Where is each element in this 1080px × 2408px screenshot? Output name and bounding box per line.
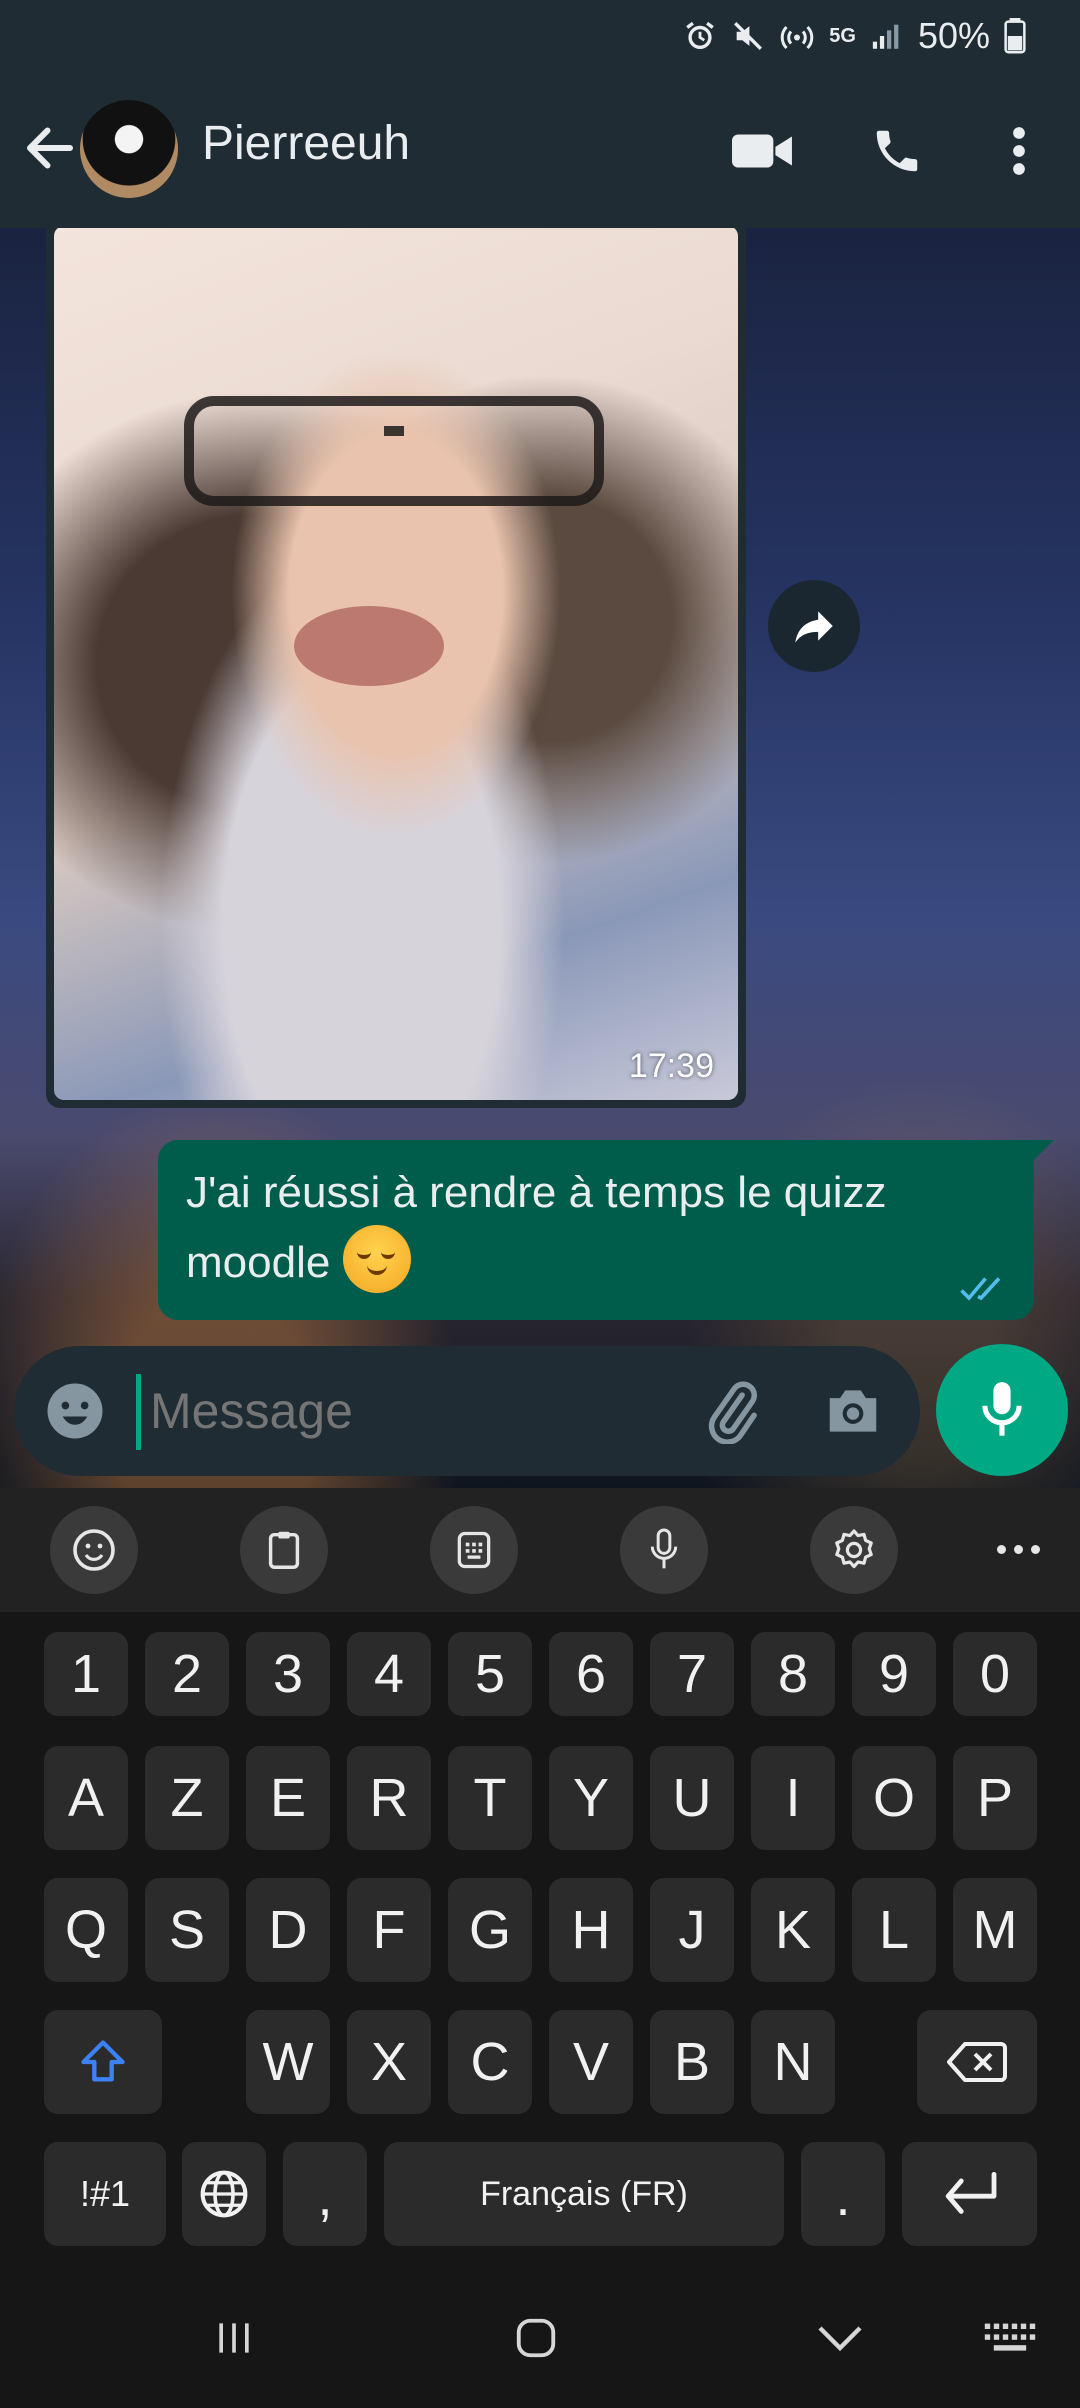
text-cursor <box>136 1374 141 1450</box>
key-q[interactable]: Q <box>44 1878 128 1982</box>
settings-gear-icon[interactable] <box>810 1506 898 1594</box>
key-9[interactable]: 9 <box>852 1632 936 1716</box>
contact-name[interactable]: Pierreeuh <box>202 116 410 171</box>
microphone-icon <box>982 1382 1022 1436</box>
key-l[interactable]: L <box>852 1878 936 1982</box>
space-key[interactable]: Français (FR) <box>384 2142 784 2246</box>
key-v[interactable]: V <box>549 2010 633 2114</box>
more-options-icon[interactable] <box>984 116 1054 186</box>
key-o[interactable]: O <box>852 1746 936 1850</box>
attach-icon[interactable] <box>698 1378 764 1445</box>
emoji-icon[interactable] <box>42 1378 108 1444</box>
video-call-icon[interactable] <box>728 116 798 186</box>
comma-key[interactable]: , <box>283 2142 367 2246</box>
key-d[interactable]: D <box>246 1878 330 1982</box>
key-7[interactable]: 7 <box>650 1632 734 1716</box>
recent-apps-icon[interactable] <box>194 2298 274 2378</box>
key-1[interactable]: 1 <box>44 1632 128 1716</box>
network-type: 5G <box>829 25 856 47</box>
back-arrow-icon[interactable] <box>20 118 80 178</box>
shift-key[interactable] <box>44 2010 162 2114</box>
symbols-key[interactable]: !#1 <box>44 2142 166 2246</box>
key-i[interactable]: I <box>751 1746 835 1850</box>
key-n[interactable]: N <box>751 2010 835 2114</box>
system-nav-bar <box>0 2268 1080 2408</box>
key-b[interactable]: B <box>650 2010 734 2114</box>
shift-arrow-icon <box>81 2040 125 2082</box>
keyboard-switch-icon[interactable] <box>970 2298 1050 2378</box>
globe-icon <box>200 2170 248 2218</box>
message-time: 17:39 <box>628 1047 714 1085</box>
key-5[interactable]: 5 <box>448 1632 532 1716</box>
camera-icon[interactable] <box>822 1380 888 1446</box>
enter-key[interactable] <box>902 2142 1037 2246</box>
battery-icon <box>1004 18 1026 54</box>
language-key[interactable] <box>182 2142 266 2246</box>
mute-icon <box>731 19 765 53</box>
read-receipt-icon <box>960 1277 1001 1301</box>
key-8[interactable]: 8 <box>751 1632 835 1716</box>
emoji-panel-icon[interactable] <box>50 1506 138 1594</box>
chat-header: Pierreeuh <box>0 72 1080 228</box>
key-k[interactable]: K <box>751 1878 835 1982</box>
message-composer[interactable] <box>14 1346 920 1476</box>
key-4[interactable]: 4 <box>347 1632 431 1716</box>
key-y[interactable]: Y <box>549 1746 633 1850</box>
relieved-face-emoji <box>342 1225 411 1294</box>
key-g[interactable]: G <box>448 1878 532 1982</box>
key-m[interactable]: M <box>953 1878 1037 1982</box>
key-z[interactable]: Z <box>145 1746 229 1850</box>
key-c[interactable]: C <box>448 2010 532 2114</box>
key-p[interactable]: P <box>953 1746 1037 1850</box>
message-text: J'ai réussi à rendre à temps le quizz mo… <box>186 1168 887 1287</box>
key-2[interactable]: 2 <box>145 1632 229 1716</box>
outgoing-message[interactable]: J'ai réussi à rendre à temps le quizz mo… <box>158 1140 1054 1320</box>
key-j[interactable]: J <box>650 1878 734 1982</box>
more-tools-icon[interactable] <box>988 1524 1048 1574</box>
key-e[interactable]: E <box>246 1746 330 1850</box>
forward-icon[interactable] <box>768 580 860 672</box>
message-input[interactable] <box>150 1382 670 1440</box>
key-w[interactable]: W <box>246 2010 330 2114</box>
key-3[interactable]: 3 <box>246 1632 330 1716</box>
voice-input-icon[interactable] <box>620 1506 708 1594</box>
key-f[interactable]: F <box>347 1878 431 1982</box>
keyboard-toolbar <box>0 1488 1080 1612</box>
key-s[interactable]: S <box>145 1878 229 1982</box>
key-t[interactable]: T <box>448 1746 532 1850</box>
enter-icon <box>945 2171 996 2214</box>
clipboard-icon[interactable] <box>240 1506 328 1594</box>
photo-message[interactable]: 17:39 <box>46 228 746 1108</box>
status-bar: 5G 50% <box>0 0 1080 72</box>
home-icon[interactable] <box>496 2298 576 2378</box>
key-x[interactable]: X <box>347 2010 431 2114</box>
key-a[interactable]: A <box>44 1746 128 1850</box>
alarm-icon <box>683 19 717 53</box>
photo-image[interactable]: 17:39 <box>54 228 738 1100</box>
backspace-icon <box>947 2042 1007 2082</box>
key-6[interactable]: 6 <box>549 1632 633 1716</box>
hotspot-icon <box>779 18 815 54</box>
chat-area[interactable]: 17:39 J'ai réussi à rendre à temps le qu… <box>0 228 1080 1488</box>
phone-icon[interactable] <box>862 116 932 186</box>
backspace-key[interactable] <box>917 2010 1037 2114</box>
signal-icon <box>870 19 904 53</box>
key-u[interactable]: U <box>650 1746 734 1850</box>
period-key[interactable]: . <box>801 2142 885 2246</box>
battery-percent: 50% <box>917 15 990 56</box>
key-0[interactable]: 0 <box>953 1632 1037 1716</box>
key-r[interactable]: R <box>347 1746 431 1850</box>
voice-message-button[interactable] <box>936 1344 1068 1476</box>
key-h[interactable]: H <box>549 1878 633 1982</box>
avatar[interactable] <box>80 100 178 198</box>
keyboard-mode-icon[interactable] <box>430 1506 518 1594</box>
hide-keyboard-icon[interactable] <box>800 2298 880 2378</box>
